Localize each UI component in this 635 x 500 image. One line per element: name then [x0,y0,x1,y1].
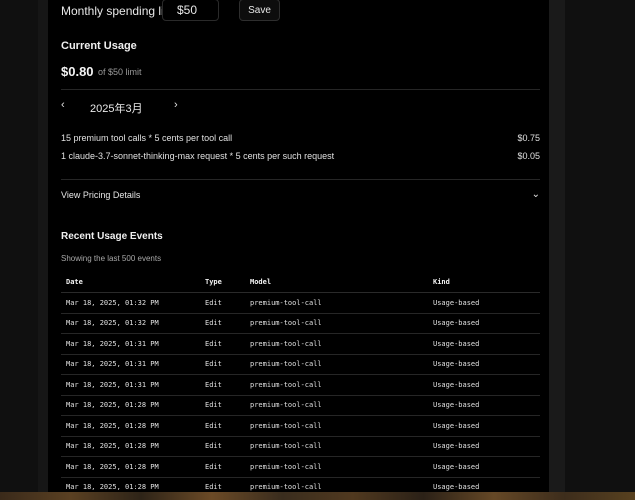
recent-events-subtitle: Showing the last 500 events [61,254,162,263]
cell-model: premium-tool-call [245,415,428,437]
usage-line-item: 15 premium tool calls * 5 cents per tool… [61,133,540,145]
table-row: Mar 18, 2025, 01:31 PM Edit premium-tool-c… [61,333,540,355]
usage-amount: $0.80 [61,64,94,79]
cell-kind: Usage-based [428,415,540,437]
cell-model: premium-tool-call [245,395,428,416]
cell-date: Mar 18, 2025, 01:31 PM [61,374,200,396]
column-header-date[interactable]: Date [61,272,200,293]
column-header-kind[interactable]: Kind [428,272,540,293]
recent-events-title: Recent Usage Events [61,231,163,242]
usage-line-price: $0.05 [517,151,540,161]
usage-panel: Monthly spending limit: Save Current Usa… [48,0,549,500]
cell-date: Mar 18, 2025, 01:28 PM [61,436,200,457]
month-navigator: ‹ 2025年3月 › [61,99,191,115]
cell-type: Edit [200,333,245,355]
cell-model: premium-tool-call [245,354,428,375]
column-header-type[interactable]: Type [200,272,245,293]
chevron-left-icon[interactable]: ‹ [61,99,65,111]
usage-line-item: 1 claude-3.7-sonnet-thinking-max request… [61,151,540,163]
view-pricing-label: View Pricing Details [61,190,141,200]
month-label: 2025年3月 [90,103,143,115]
cell-kind: Usage-based [428,456,540,478]
column-header-model[interactable]: Model [245,272,428,293]
cell-kind: Usage-based [428,292,540,314]
table-header-row: Date Type Model Kind [61,272,540,293]
table-row: Mar 18, 2025, 01:32 PM Edit premium-tool-c… [61,313,540,334]
cell-model: premium-tool-call [245,292,428,314]
cell-type: Edit [200,415,245,437]
table-row: Mar 18, 2025, 01:28 PM Edit premium-tool-c… [61,436,540,457]
table-row: Mar 18, 2025, 01:32 PM Edit premium-tool-c… [61,292,540,314]
cell-kind: Usage-based [428,313,540,334]
save-button[interactable]: Save [239,0,280,21]
table-row: Mar 18, 2025, 01:31 PM Edit premium-tool-c… [61,354,540,375]
cell-date: Mar 18, 2025, 01:28 PM [61,415,200,437]
cell-type: Edit [200,292,245,314]
table-row: Mar 18, 2025, 01:31 PM Edit premium-tool-c… [61,374,540,396]
cell-kind: Usage-based [428,333,540,355]
cell-model: premium-tool-call [245,333,428,355]
cell-type: Edit [200,313,245,334]
current-usage-title: Current Usage [61,40,137,52]
cell-model: premium-tool-call [245,456,428,478]
divider [61,89,540,90]
usage-line-description: 1 claude-3.7-sonnet-thinking-max request… [61,151,335,161]
table-row: Mar 18, 2025, 01:28 PM Edit premium-tool-c… [61,395,540,416]
table-row: Mar 18, 2025, 01:28 PM Edit premium-tool-c… [61,415,540,437]
cell-model: premium-tool-call [245,313,428,334]
table-row: Mar 18, 2025, 01:28 PM Edit premium-tool-c… [61,456,540,478]
cell-kind: Usage-based [428,354,540,375]
chevron-right-icon[interactable]: › [174,99,178,111]
cell-date: Mar 18, 2025, 01:28 PM [61,395,200,416]
cell-date: Mar 18, 2025, 01:31 PM [61,354,200,375]
spending-limit-input[interactable] [162,0,219,21]
cell-kind: Usage-based [428,436,540,457]
usage-limit-text: of $50 limit [98,67,142,77]
cell-kind: Usage-based [428,374,540,396]
left-panel-edge [38,0,48,500]
cell-type: Edit [200,374,245,396]
usage-line-description: 15 premium tool calls * 5 cents per tool… [61,133,233,143]
cell-date: Mar 18, 2025, 01:31 PM [61,333,200,355]
chevron-down-icon[interactable]: ⌄ [532,189,540,200]
cell-model: premium-tool-call [245,374,428,396]
usage-line-price: $0.75 [517,133,540,143]
cell-model: premium-tool-call [245,436,428,457]
view-pricing-details[interactable]: View Pricing Details ⌄ [61,189,540,202]
cell-date: Mar 18, 2025, 01:28 PM [61,456,200,478]
cell-type: Edit [200,395,245,416]
divider [61,179,540,180]
cell-type: Edit [200,354,245,375]
scrollbar-track[interactable] [549,0,565,500]
usage-events-table: Date Type Model Kind Mar 18, 2025, 01:32… [61,272,540,498]
background-image-strip [0,492,635,500]
cell-type: Edit [200,456,245,478]
cell-date: Mar 18, 2025, 01:32 PM [61,313,200,334]
cell-date: Mar 18, 2025, 01:32 PM [61,292,200,314]
cell-kind: Usage-based [428,395,540,416]
cell-type: Edit [200,436,245,457]
